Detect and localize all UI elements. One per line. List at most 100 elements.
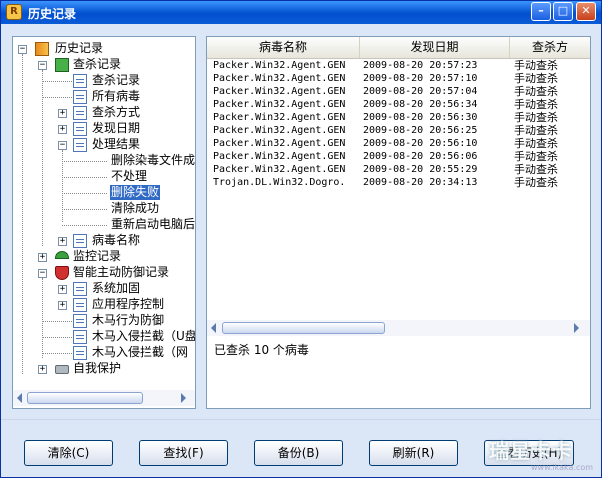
expand-icon[interactable]: + bbox=[58, 301, 67, 310]
tree-label: 历史记录 bbox=[55, 41, 104, 55]
expand-icon[interactable]: + bbox=[58, 109, 67, 118]
scroll-right-icon[interactable] bbox=[181, 393, 186, 403]
tree-label: 查杀方式 bbox=[92, 105, 141, 119]
tree-label: 自我保护 bbox=[73, 361, 122, 375]
tree-label: 重新启动电脑后 bbox=[111, 217, 196, 231]
tree-label: 所有病毒 bbox=[92, 89, 141, 103]
scroll-right-icon[interactable] bbox=[574, 323, 579, 333]
kill-records-icon bbox=[55, 58, 69, 72]
tree-label: 清除成功 bbox=[111, 201, 160, 215]
collapse-icon[interactable]: − bbox=[38, 61, 47, 70]
list-horizontal-scrollbar[interactable] bbox=[207, 320, 590, 336]
tree-label: 处理结果 bbox=[92, 137, 141, 151]
shield-icon bbox=[55, 266, 69, 280]
column-header-scan-method[interactable]: 查杀方 bbox=[510, 37, 590, 58]
find-button[interactable]: 查找(F) bbox=[139, 440, 228, 466]
cell-scan-method: 手动查杀 bbox=[514, 176, 558, 189]
cell-scan-method: 手动查杀 bbox=[514, 72, 558, 85]
document-icon bbox=[73, 138, 87, 152]
expand-icon[interactable]: + bbox=[58, 285, 67, 294]
expand-icon[interactable]: + bbox=[38, 253, 47, 262]
history-book-icon bbox=[35, 42, 49, 56]
refresh-button[interactable]: 刷新(R) bbox=[369, 440, 458, 466]
collapse-icon[interactable]: − bbox=[58, 141, 67, 150]
table-row[interactable]: Packer.Win32.Agent.GEN 2009-08-20 20:56:… bbox=[207, 150, 590, 163]
umbrella-icon bbox=[55, 251, 69, 259]
document-icon bbox=[73, 314, 87, 328]
app-lion-icon: R bbox=[6, 4, 22, 20]
tree-label: 发现日期 bbox=[92, 121, 141, 135]
virus-record-list[interactable]: 病毒名称 发现日期 查杀方 Packer.Win32.Agent.GEN 200… bbox=[206, 36, 591, 409]
column-header-found-date[interactable]: 发现日期 bbox=[360, 37, 510, 58]
close-button[interactable]: ✕ bbox=[576, 2, 596, 21]
backup-button[interactable]: 备份(B) bbox=[254, 440, 343, 466]
scroll-left-icon[interactable] bbox=[211, 323, 216, 333]
table-row[interactable]: Packer.Win32.Agent.GEN 2009-08-20 20:57:… bbox=[207, 85, 590, 98]
document-icon bbox=[73, 90, 87, 104]
table-row[interactable]: Packer.Win32.Agent.GEN 2009-08-20 20:57:… bbox=[207, 59, 590, 72]
cell-virus-name: Trojan.DL.Win32.Dogro. bbox=[213, 177, 346, 188]
status-text: 已查杀 10 个病毒 bbox=[214, 343, 309, 357]
document-icon bbox=[73, 74, 87, 88]
clear-button[interactable]: 清除(C) bbox=[24, 440, 113, 466]
cell-scan-method: 手动查杀 bbox=[514, 163, 558, 176]
maximize-button[interactable]: □ bbox=[553, 2, 573, 21]
watermark-url: www.ikaka.com bbox=[531, 463, 594, 472]
table-row[interactable]: Packer.Win32.Agent.GEN 2009-08-20 20:57:… bbox=[207, 72, 590, 85]
cell-found-date: 2009-08-20 20:56:30 bbox=[363, 112, 478, 123]
cell-scan-method: 手动查杀 bbox=[514, 111, 558, 124]
tree-label: 查杀记录 bbox=[92, 73, 141, 87]
window-title: 历史记录 bbox=[28, 7, 77, 21]
table-row[interactable]: Packer.Win32.Agent.GEN 2009-08-20 20:55:… bbox=[207, 163, 590, 176]
cell-found-date: 2009-08-20 20:57:23 bbox=[363, 60, 478, 71]
cell-virus-name: Packer.Win32.Agent.GEN bbox=[213, 125, 346, 136]
table-row[interactable]: Packer.Win32.Agent.GEN 2009-08-20 20:56:… bbox=[207, 137, 590, 150]
collapse-icon[interactable]: − bbox=[38, 269, 47, 278]
cell-found-date: 2009-08-20 20:56:10 bbox=[363, 138, 478, 149]
tree-horizontal-scrollbar[interactable] bbox=[13, 390, 195, 406]
scroll-thumb[interactable] bbox=[222, 322, 385, 334]
tree-label: 删除染毒文件成 bbox=[111, 153, 196, 167]
collapse-icon[interactable]: − bbox=[18, 45, 27, 54]
expand-icon[interactable]: + bbox=[58, 237, 67, 246]
cell-virus-name: Packer.Win32.Agent.GEN bbox=[213, 164, 346, 175]
cell-found-date: 2009-08-20 20:56:06 bbox=[363, 151, 478, 162]
tree-label: 病毒名称 bbox=[92, 233, 141, 247]
cell-found-date: 2009-08-20 20:56:34 bbox=[363, 99, 478, 110]
minimize-button[interactable]: – bbox=[531, 2, 551, 21]
expand-icon[interactable]: + bbox=[38, 365, 47, 374]
category-tree[interactable]: − 历史记录 − 查杀记录 查杀记录 所有病毒 + 查杀方式 + 发现日期 − … bbox=[12, 36, 196, 409]
tree-label-selected: 删除失败 bbox=[110, 185, 161, 200]
cell-virus-name: Packer.Win32.Agent.GEN bbox=[213, 151, 346, 162]
cell-scan-method: 手动查杀 bbox=[514, 137, 558, 150]
history-window: R 历史记录 – □ ✕ − 历史记录 − 查杀记录 查杀记录 所有病毒 + 查… bbox=[0, 0, 602, 478]
cell-found-date: 2009-08-20 20:57:04 bbox=[363, 86, 478, 97]
table-row[interactable]: Packer.Win32.Agent.GEN 2009-08-20 20:56:… bbox=[207, 124, 590, 137]
table-row[interactable]: Packer.Win32.Agent.GEN 2009-08-20 20:56:… bbox=[207, 111, 590, 124]
tree-label: 不处理 bbox=[111, 169, 148, 183]
scroll-thumb[interactable] bbox=[27, 392, 143, 404]
tree-label: 系统加固 bbox=[92, 281, 141, 295]
document-icon bbox=[73, 298, 87, 312]
document-icon bbox=[73, 234, 87, 248]
expand-icon[interactable]: + bbox=[58, 125, 67, 134]
tree-label: 查杀记录 bbox=[73, 57, 122, 71]
cell-found-date: 2009-08-20 20:56:25 bbox=[363, 125, 478, 136]
document-icon bbox=[73, 346, 87, 360]
cell-scan-method: 手动查杀 bbox=[514, 124, 558, 137]
document-icon bbox=[73, 122, 87, 136]
cell-found-date: 2009-08-20 20:34:13 bbox=[363, 177, 478, 188]
tree-line bbox=[42, 278, 43, 358]
scroll-left-icon[interactable] bbox=[17, 393, 22, 403]
lock-icon bbox=[55, 365, 69, 374]
table-row[interactable]: Trojan.DL.Win32.Dogro. 2009-08-20 20:34:… bbox=[207, 176, 590, 189]
tree-label: 木马行为防御 bbox=[92, 313, 165, 327]
document-icon bbox=[73, 330, 87, 344]
column-header-virus-name[interactable]: 病毒名称 bbox=[207, 37, 360, 58]
table-header: 病毒名称 发现日期 查杀方 bbox=[207, 37, 590, 59]
cell-virus-name: Packer.Win32.Agent.GEN bbox=[213, 138, 346, 149]
table-row[interactable]: Packer.Win32.Agent.GEN 2009-08-20 20:56:… bbox=[207, 98, 590, 111]
title-bar[interactable]: R 历史记录 – □ ✕ bbox=[1, 1, 601, 24]
tree-label: 应用程序控制 bbox=[92, 297, 165, 311]
cell-scan-method: 手动查杀 bbox=[514, 150, 558, 163]
